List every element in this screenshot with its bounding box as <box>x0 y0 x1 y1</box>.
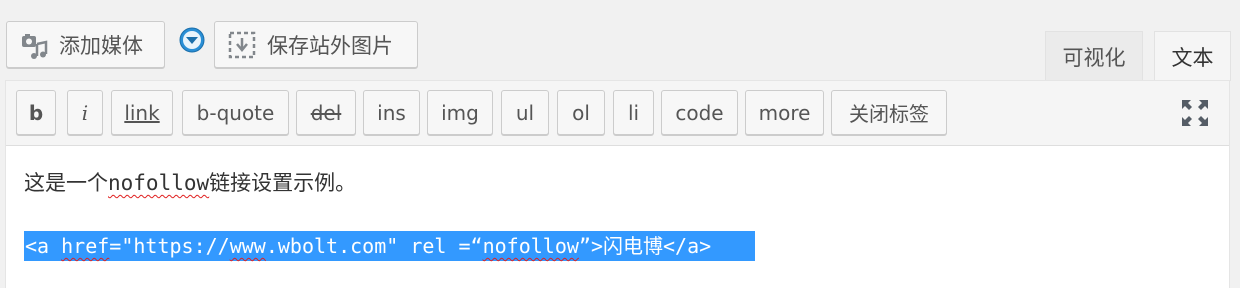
code-label: code <box>675 100 724 125</box>
close-tags-button[interactable]: 关闭标签 <box>831 90 947 135</box>
code-url-rest: .wbolt.com" rel =“ <box>265 234 483 258</box>
image-button[interactable]: img <box>427 90 493 135</box>
blockquote-label: b-quote <box>196 100 275 125</box>
list-item-label: li <box>627 100 640 125</box>
editor-content-line-1[interactable]: 这是一个nofollow链接设置示例。 <box>24 167 356 197</box>
more-button[interactable]: more <box>745 90 824 135</box>
quicktags-toolbar: b i link b-quote del ins img ul ol li co <box>6 81 1229 146</box>
bold-label: b <box>28 100 44 125</box>
tab-text-label: 文本 <box>1171 45 1214 70</box>
link-label: link <box>124 100 160 125</box>
tab-visual[interactable]: 可视化 <box>1045 31 1143 81</box>
unordered-list-button[interactable]: ul <box>501 90 549 135</box>
italic-button[interactable]: i <box>67 90 103 135</box>
tab-visual-label: 可视化 <box>1062 45 1126 70</box>
tab-text[interactable]: 文本 <box>1154 31 1231 81</box>
code-rel-value: nofollow <box>482 234 579 258</box>
download-arrow-icon[interactable] <box>178 26 206 54</box>
code-open: <a <box>25 234 62 258</box>
code-url-prefix: ="https:// <box>109 234 230 258</box>
image-label: img <box>441 100 479 125</box>
camera-music-icon <box>19 30 49 60</box>
insert-label: ins <box>377 100 406 125</box>
text-editor: b i link b-quote del ins img ul ol li co <box>5 80 1230 288</box>
fullscreen-expand-icon[interactable] <box>1180 98 1210 128</box>
code-href: href <box>61 234 110 258</box>
close-tags-label: 关闭标签 <box>849 102 929 126</box>
selected-code-line[interactable]: <a href="https://www.wbolt.com" rel =“no… <box>24 231 755 261</box>
code-button[interactable]: code <box>661 90 738 135</box>
bold-button[interactable]: b <box>16 90 56 135</box>
line1-suffix: 链接设置示例。 <box>209 171 357 195</box>
save-external-label: 保存站外图片 <box>267 33 393 58</box>
add-media-label: 添加媒体 <box>59 33 143 58</box>
insert-button[interactable]: ins <box>363 90 420 135</box>
blockquote-button[interactable]: b-quote <box>182 90 289 135</box>
line1-prefix: 这是一个 <box>24 171 108 195</box>
unordered-list-label: ul <box>515 100 535 125</box>
link-button[interactable]: link <box>111 90 173 135</box>
code-end-tag: </a> <box>663 234 712 258</box>
more-label: more <box>758 100 811 125</box>
misspelled-word: nofollow <box>108 171 210 195</box>
ordered-list-label: ol <box>572 100 590 125</box>
delete-button[interactable]: del <box>296 90 356 135</box>
dashed-download-box-icon <box>227 30 257 60</box>
list-item-button[interactable]: li <box>613 90 654 135</box>
italic-label: i <box>81 100 89 125</box>
ordered-list-button[interactable]: ol <box>557 90 605 135</box>
code-anchor-text: 闪电博 <box>603 234 664 258</box>
code-url-www: www <box>229 234 266 258</box>
delete-label: del <box>310 100 342 125</box>
save-external-images-button[interactable]: 保存站外图片 <box>214 21 418 68</box>
add-media-button[interactable]: 添加媒体 <box>6 21 165 68</box>
code-close: ”> <box>578 234 604 258</box>
